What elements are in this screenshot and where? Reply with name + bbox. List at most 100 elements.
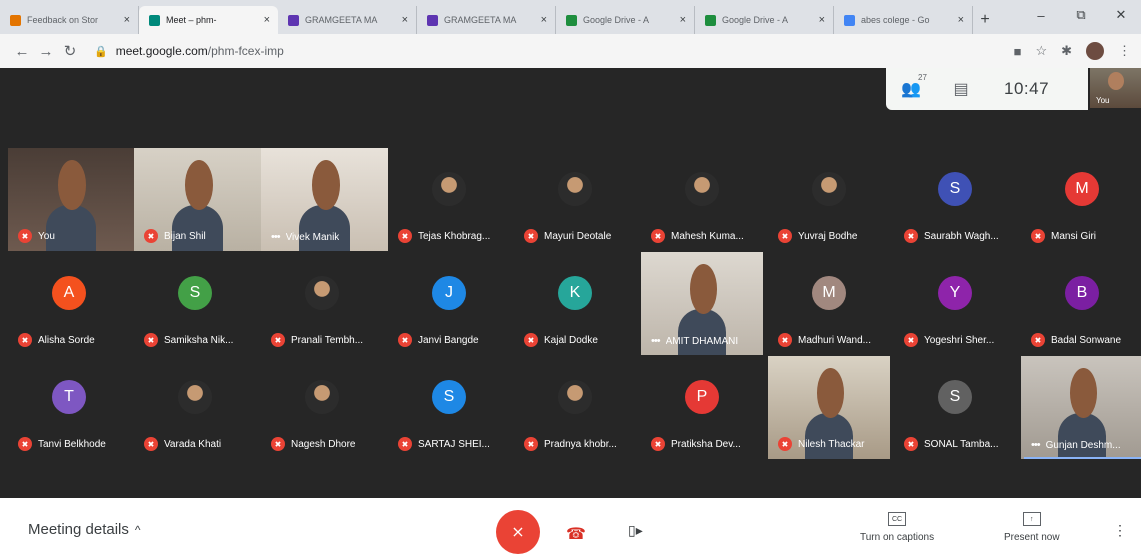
camera-in-use-icon[interactable]: ■ [1014, 44, 1022, 59]
extensions-icon[interactable]: ✱ [1061, 43, 1072, 59]
participant-name: Tejas Khobrag... [418, 230, 491, 242]
restore-icon[interactable]: ⧉ [1061, 0, 1101, 30]
microphone-toggle-button[interactable]: ⨯ [496, 510, 540, 554]
camera-toggle-button[interactable]: ▯▸ [628, 522, 643, 539]
profile-avatar[interactable] [1086, 42, 1104, 60]
participant-tile[interactable]: B ✖ Badal Sonwane [1021, 252, 1141, 355]
new-tab-button[interactable]: + [973, 6, 997, 34]
present-screen-icon: ↑ [1022, 512, 1041, 526]
tab-close-icon[interactable]: × [124, 14, 130, 26]
browser-tab[interactable]: abes colege - Go × [834, 6, 973, 34]
muted-mic-icon: ✖ [18, 437, 32, 451]
participant-tile[interactable]: S ✖ Samiksha Nik... [134, 252, 256, 355]
participant-tile[interactable]: ••• AMIT DHAMANI [641, 252, 763, 355]
muted-mic-icon: ✖ [144, 333, 158, 347]
participant-name: Janvi Bangde [418, 334, 479, 346]
participant-name-bar: ✖ Alisha Sorde [18, 333, 95, 347]
tab-close-icon[interactable]: × [680, 14, 686, 26]
self-view-thumbnail[interactable]: You [1090, 68, 1141, 108]
participant-tile[interactable]: ✖ Bijan Shil [134, 148, 261, 251]
leave-call-button[interactable]: ☎ [566, 524, 586, 544]
participant-tile[interactable]: ✖ Tejas Khobrag... [388, 148, 510, 251]
participant-tile[interactable]: T ✖ Tanvi Belkhode [8, 356, 130, 459]
back-icon[interactable]: ← [10, 43, 34, 60]
participant-tile[interactable]: S ✖ Saurabh Wagh... [894, 148, 1016, 251]
minimize-icon[interactable]: – [1021, 0, 1061, 30]
participant-tile[interactable]: ✖ Nilesh Thackar [768, 356, 890, 459]
participant-tile[interactable]: ✖ Mahesh Kuma... [641, 148, 763, 251]
browser-tab[interactable]: GRAMGEETA MA × [278, 6, 417, 34]
chat-button[interactable]: ▤ [936, 79, 986, 99]
participant-tile[interactable]: ✖ Varada Khati [134, 356, 256, 459]
close-window-icon[interactable]: ✕ [1101, 0, 1141, 30]
participant-tile[interactable]: S ✖ SARTAJ SHEI... [388, 356, 510, 459]
participant-tile[interactable]: A ✖ Alisha Sorde [8, 252, 130, 355]
participant-tile[interactable]: ✖ Nagesh Dhore [261, 356, 383, 459]
participant-tile[interactable]: ✖ Yuvraj Bodhe [768, 148, 890, 251]
person-body [804, 412, 854, 459]
tab-favicon-icon [10, 14, 21, 26]
participant-tile[interactable]: P ✖ Pratiksha Dev... [641, 356, 763, 459]
tab-close-icon[interactable]: × [541, 14, 547, 26]
participant-tile[interactable]: ✖ Pranali Tembh... [261, 252, 383, 355]
participant-initial-avatar: S [938, 171, 972, 206]
browser-tab[interactable]: Google Drive - A × [556, 6, 695, 34]
participant-tile[interactable]: ✖ Pradnya khobr... [514, 356, 636, 459]
tab-title: Google Drive - A [583, 15, 650, 25]
participant-tile[interactable]: M ✖ Mansi Giri [1021, 148, 1141, 251]
participant-photo-avatar [305, 275, 339, 310]
participant-name-bar: ••• AMIT DHAMANI [651, 335, 738, 347]
audio-level-icon: ••• [651, 335, 661, 347]
browser-tab[interactable]: Google Drive - A × [695, 6, 834, 34]
person-head [1069, 368, 1097, 418]
muted-mic-icon: ✖ [778, 333, 792, 347]
tab-title: abes colege - Go [861, 15, 930, 25]
tab-close-icon[interactable]: × [402, 14, 408, 26]
participant-name: Nilesh Thackar [798, 438, 865, 450]
more-options-icon[interactable]: ⋮ [1113, 522, 1127, 539]
participants-button[interactable]: 👥 27 [886, 73, 936, 99]
tab-close-icon[interactable]: × [264, 14, 270, 26]
participant-tile[interactable]: ••• Gunjan Deshm... [1021, 356, 1141, 459]
browser-tab[interactable]: GRAMGEETA MA × [417, 6, 556, 34]
participant-name-bar: ✖ Yuvraj Bodhe [778, 229, 858, 243]
participant-name-bar: ✖ SARTAJ SHEI... [398, 437, 490, 451]
captions-button[interactable]: CC Turn on captions [860, 512, 934, 543]
browser-menu-icon[interactable]: ⋮ [1118, 43, 1131, 59]
browser-tab[interactable]: Feedback on Stor × [0, 6, 139, 34]
tab-title: Google Drive - A [722, 15, 789, 25]
participant-name: Pratiksha Dev... [671, 438, 741, 450]
participant-initial-avatar: M [1065, 171, 1099, 206]
participant-tile[interactable]: Y ✖ Yogeshri Sher... [894, 252, 1016, 355]
participant-name: Vivek Manik [285, 231, 340, 243]
participant-name-bar: ✖ Yogeshri Sher... [904, 333, 994, 347]
participant-name-bar: ✖ Nilesh Thackar [778, 437, 865, 451]
participant-tile[interactable]: M ✖ Madhuri Wand... [768, 252, 890, 355]
tab-close-icon[interactable]: × [819, 14, 825, 26]
browser-tab[interactable]: Meet – phm- × [139, 6, 278, 34]
participant-initial-avatar: S [432, 379, 466, 414]
reload-icon[interactable]: ↻ [58, 42, 82, 60]
participant-tile[interactable]: S ✖ SONAL Tamba... [894, 356, 1016, 459]
muted-mic-icon: ✖ [1031, 333, 1045, 347]
muted-mic-icon: ✖ [144, 229, 158, 243]
participant-initial-avatar: S [938, 379, 972, 414]
participant-tile[interactable]: ✖ Mayuri Deotale [514, 148, 636, 251]
present-now-button[interactable]: ↑ Present now [1004, 512, 1060, 543]
participant-name: Badal Sonwane [1051, 334, 1122, 346]
meeting-details-button[interactable]: Meeting details ^ [28, 521, 141, 538]
participant-tile[interactable]: ••• Vivek Manik [261, 148, 388, 251]
participant-tile[interactable]: ✖ You [8, 148, 134, 251]
muted-mic-icon: ✖ [398, 333, 412, 347]
muted-mic-icon: ✖ [271, 333, 285, 347]
muted-mic-icon: ✖ [904, 229, 918, 243]
participant-photo-avatar [558, 171, 592, 206]
forward-icon[interactable]: → [34, 43, 58, 60]
bookmark-star-icon[interactable]: ☆ [1035, 43, 1047, 59]
participant-tile[interactable]: K ✖ Kajal Dodke [514, 252, 636, 355]
participant-name: Nagesh Dhore [291, 438, 356, 450]
participant-tile[interactable]: J ✖ Janvi Bangde [388, 252, 510, 355]
tab-close-icon[interactable]: × [958, 14, 964, 26]
camera-icon: ▯▸ [628, 522, 643, 538]
address-bar[interactable]: 🔒 meet.google.com/phm-fcex-imp [94, 44, 284, 58]
